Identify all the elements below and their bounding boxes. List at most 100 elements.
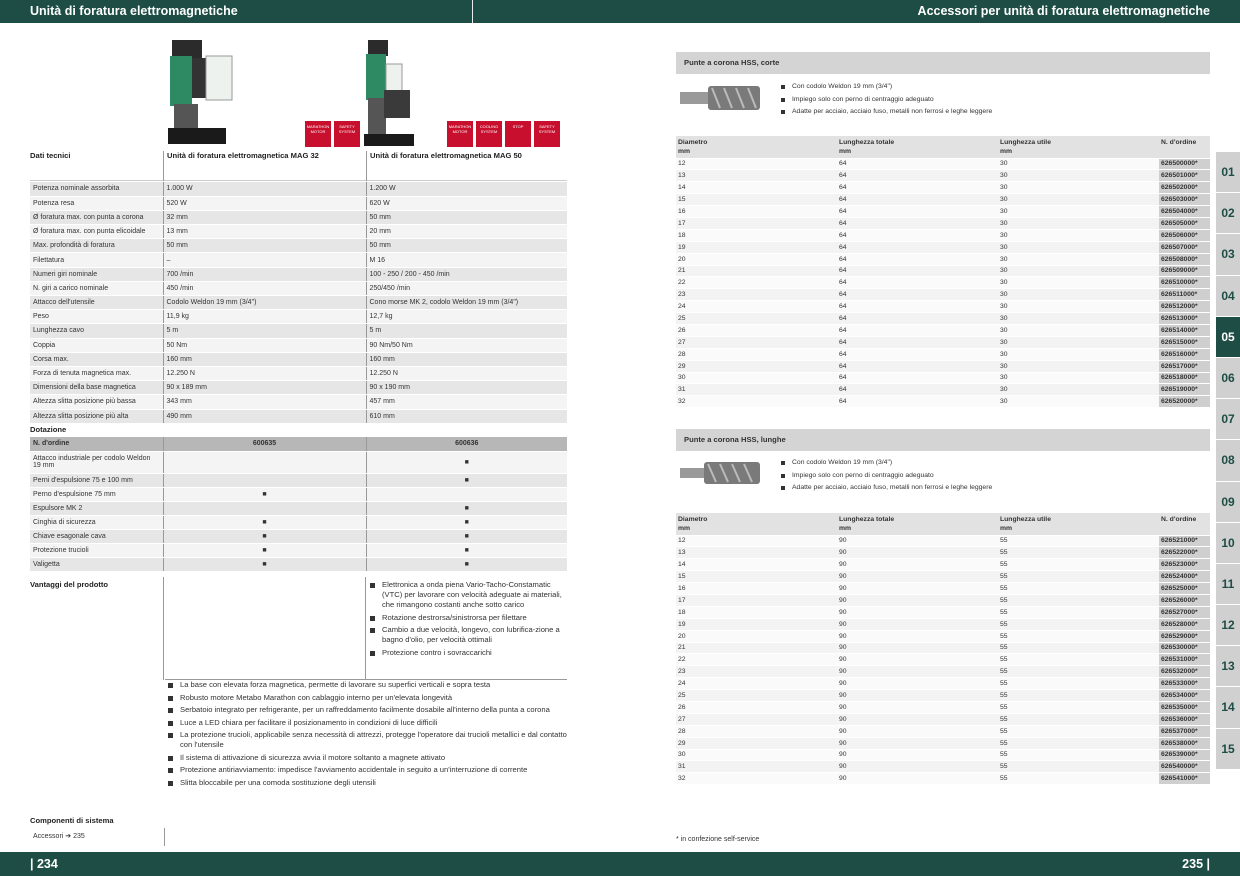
order-number-cell: 626520000* [1159, 395, 1210, 409]
mag32-value: 490 mm [162, 409, 366, 424]
useful-length-cell: 55 [998, 630, 1159, 643]
chapter-tab-15[interactable]: 15 [1216, 728, 1240, 769]
feature-item: Impiego solo con perno di centraggio ade… [780, 96, 1200, 109]
mag50-value: 50 mm [365, 238, 567, 254]
chapter-tab-03[interactable]: 03 [1216, 234, 1240, 275]
chapter-tab-01[interactable]: 01 [1216, 152, 1240, 193]
diameter-cell: 20 [676, 253, 837, 266]
useful-length-cell: 30 [998, 217, 1159, 230]
spec-label: Coppia [30, 338, 163, 353]
total-length-cell: 64 [837, 360, 998, 373]
total-length-cell: 90 [837, 535, 998, 548]
diameter-cell: 12 [676, 158, 837, 171]
divider [365, 577, 366, 680]
table-row: 32 90 55 626541000* [676, 772, 1210, 786]
chapter-tab-11[interactable]: 11 [1216, 563, 1240, 605]
table-row: 28 64 30 626516000* [676, 348, 1210, 361]
mag50-value: 160 mm [365, 352, 567, 367]
diameter-cell: 20 [676, 630, 837, 643]
table-row: 25 90 55 626534000* [676, 689, 1210, 702]
diameter-cell: 19 [676, 241, 837, 254]
column-header-unit: mm [839, 525, 852, 532]
total-length-cell: 64 [837, 288, 998, 302]
spec-label: Altezza slitta posizione più alta [30, 409, 163, 424]
diameter-cell: 24 [676, 300, 837, 314]
chapter-tab-08[interactable]: 08 [1216, 440, 1240, 481]
chapter-tab-04[interactable]: 04 [1216, 275, 1240, 316]
column-header: Lunghezza totale mm [837, 513, 998, 536]
chapter-tab-05[interactable]: 05 [1216, 316, 1240, 357]
useful-length-cell: 55 [998, 749, 1159, 762]
column-header: Lunghezza utile mm [998, 136, 1159, 159]
diameter-cell: 27 [676, 713, 837, 726]
order-number-cell: 626531000* [1159, 653, 1210, 667]
diameter-cell: 15 [676, 193, 837, 207]
chapter-tab-12[interactable]: 12 [1216, 605, 1240, 646]
order-number-cell: 626501000* [1159, 169, 1210, 183]
total-length-cell: 64 [837, 395, 998, 409]
diameter-cell: 12 [676, 535, 837, 548]
chapter-tab-14[interactable]: 14 [1216, 687, 1240, 728]
chapter-tab-09[interactable]: 09 [1216, 481, 1240, 522]
supply-row: Perni d'espulsione 75 e 100 mm ■ [30, 473, 567, 488]
column-header-label: Lunghezza totale [839, 139, 895, 146]
tech-row: Peso 11,9 kg 12,7 kg [30, 309, 567, 325]
diameter-cell: 16 [676, 582, 837, 595]
chapter-tab-06[interactable]: 06 [1216, 357, 1240, 399]
useful-length-cell: 30 [998, 324, 1159, 337]
table-row: 27 90 55 626536000* [676, 713, 1210, 726]
order-number-cell: 626538000* [1159, 737, 1210, 750]
useful-length-cell: 30 [998, 169, 1159, 183]
mag32-value: Codolo Weldon 19 mm (3/4") [162, 295, 366, 311]
useful-length-cell: 55 [998, 594, 1159, 607]
diameter-cell: 32 [676, 772, 837, 786]
supply-check [162, 451, 366, 474]
long-core-drills-features: Con codolo Weldon 19 mm (3/4") Impiego so… [780, 459, 1200, 497]
order-number-cell: 626525000* [1159, 582, 1210, 595]
table-row: 31 64 30 626519000* [676, 383, 1210, 397]
total-length-cell: 64 [837, 217, 998, 230]
accessories-link[interactable]: Accessori ➔ 235 [30, 828, 165, 846]
table-row: 23 64 30 626511000* [676, 288, 1210, 302]
order-number-cell: 626539000* [1159, 749, 1210, 762]
useful-length-cell: 55 [998, 701, 1159, 714]
useful-length-cell: 55 [998, 618, 1159, 631]
diameter-cell: 13 [676, 169, 837, 183]
chapter-tab-07[interactable]: 07 [1216, 399, 1240, 440]
tech-row: Dimensioni della base magnetica 90 x 189 … [30, 380, 567, 396]
diameter-cell: 18 [676, 229, 837, 242]
order-number-cell: 626519000* [1159, 383, 1210, 397]
mag50-value: 20 mm [365, 224, 567, 240]
diameter-cell: 15 [676, 570, 837, 584]
table-row: 18 90 55 626527000* [676, 606, 1210, 619]
table-row: 17 64 30 626505000* [676, 217, 1210, 230]
column-header-unit: mm [678, 525, 691, 532]
short-core-drills-title: Punte a corona HSS, corte [676, 52, 1210, 74]
useful-length-cell: 55 [998, 677, 1159, 691]
supply-item: Attacco industriale per codolo Weldon 19… [30, 451, 163, 474]
table-row: 27 64 30 626515000* [676, 336, 1210, 349]
total-length-cell: 90 [837, 570, 998, 584]
advantage-item: La base con elevata forza magnetica, per… [167, 680, 567, 690]
short-core-drills-panel: Punte a corona HSS, corte [676, 52, 1210, 74]
table-row: 29 90 55 626538000* [676, 737, 1210, 750]
advantage-item: Serbatoio integrato per refrigerante, pe… [167, 705, 567, 715]
useful-length-cell: 30 [998, 312, 1159, 325]
mag32-value: 12.250 N [162, 366, 366, 382]
supply-item: Perno d'espulsione 75 mm [30, 487, 163, 502]
mag50-value: 620 W [365, 196, 567, 211]
table-row: 31 90 55 626540000* [676, 760, 1210, 774]
chapter-tab-10[interactable]: 10 [1216, 522, 1240, 563]
table-row: 19 90 55 626528000* [676, 618, 1210, 631]
spec-label: Ø foratura max. con punta elicoidale [30, 224, 163, 240]
mag50-value: 90 x 190 mm [365, 380, 567, 396]
column-header-label: N. d'ordine [1161, 516, 1197, 523]
advantage-item: Slitta bloccabile per una comoda sostitu… [167, 778, 567, 788]
header-spacer [621, 0, 768, 23]
safety-system-badge: SAFETY SYSTEM [334, 121, 360, 147]
useful-length-cell: 55 [998, 760, 1159, 774]
common-advantages-list: La base con elevata forza magnetica, per… [167, 680, 567, 790]
chapter-tab-02[interactable]: 02 [1216, 193, 1240, 234]
total-length-cell: 64 [837, 348, 998, 361]
chapter-tab-13[interactable]: 13 [1216, 646, 1240, 687]
